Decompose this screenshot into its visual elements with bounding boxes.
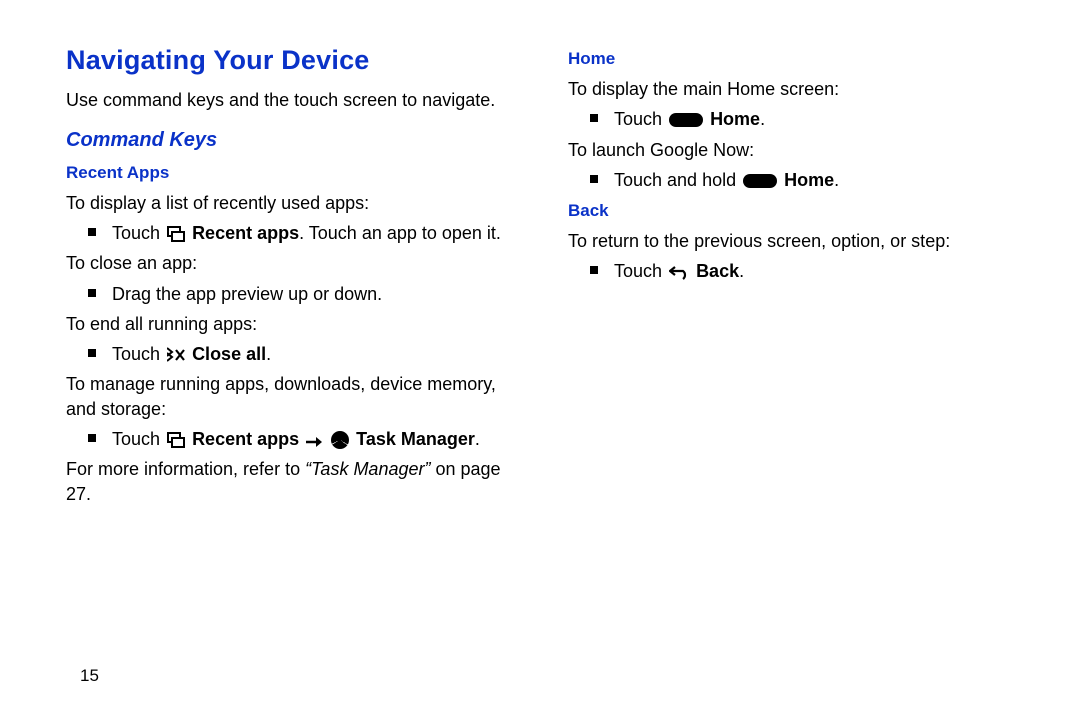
bullet-text: Touch Close all. — [112, 342, 528, 366]
home-p2: To launch Google Now: — [568, 138, 1030, 162]
text: Touch — [614, 261, 667, 281]
text: For more information, refer to — [66, 459, 305, 479]
text: Touch — [112, 429, 165, 449]
right-column: Home To display the main Home screen: To… — [568, 42, 1030, 720]
text: . — [739, 261, 744, 281]
home-button-icon — [669, 113, 703, 127]
recent-apps-heading: Recent Apps — [66, 162, 528, 185]
text: Touch — [112, 223, 165, 243]
recent-apps-icon — [167, 432, 185, 448]
bullet-text: Touch Home. — [614, 107, 1030, 131]
bullet-icon — [590, 175, 598, 183]
bullet-icon — [88, 289, 96, 297]
bullet-text: Drag the app preview up or down. — [112, 282, 528, 306]
text-bold: Home — [784, 170, 834, 190]
bullet-icon — [88, 349, 96, 357]
recent-apps-icon — [167, 226, 185, 242]
home-button-icon — [743, 174, 777, 188]
bullet-icon — [88, 434, 96, 442]
home-p1: To display the main Home screen: — [568, 77, 1030, 101]
page-title: Navigating Your Device — [66, 42, 528, 78]
close-all-icon — [167, 347, 185, 363]
recent-p1: To display a list of recently used apps: — [66, 191, 528, 215]
bullet-text: Touch and hold Home. — [614, 168, 1030, 192]
back-p1: To return to the previous screen, option… — [568, 229, 1030, 253]
text: . Touch an app to open it. — [299, 223, 501, 243]
text-bold: Task Manager — [356, 429, 475, 449]
bullet-icon — [590, 114, 598, 122]
bullet-text: Touch Recent apps. Touch an app to open … — [112, 221, 528, 245]
text: Touch and hold — [614, 170, 741, 190]
text: . — [834, 170, 839, 190]
text-bold: Back — [696, 261, 739, 281]
bullet-icon — [590, 266, 598, 274]
command-keys-heading: Command Keys — [66, 127, 528, 154]
text: . — [266, 344, 271, 364]
text-bold: Home — [710, 109, 760, 129]
intro-text: Use command keys and the touch screen to… — [66, 88, 528, 112]
text: Touch — [614, 109, 667, 129]
task-manager-icon — [331, 431, 349, 449]
text: . — [760, 109, 765, 129]
text: . — [475, 429, 480, 449]
text-bold: Recent apps — [192, 223, 299, 243]
recent-p2: To close an app: — [66, 251, 528, 275]
text-bold: Close all — [192, 344, 266, 364]
bullet-text: Touch Back. — [614, 259, 1030, 283]
recent-bullet-3: Touch Close all. — [88, 342, 528, 366]
text-italic: “Task Manager” — [305, 459, 430, 479]
back-icon — [669, 264, 689, 280]
recent-p3: To end all running apps: — [66, 312, 528, 336]
home-bullet-1: Touch Home. — [590, 107, 1030, 131]
left-column: Navigating Your Device Use command keys … — [66, 42, 528, 720]
recent-bullet-4: Touch Recent apps Task Manager. — [88, 427, 528, 451]
text-bold: Recent apps — [192, 429, 299, 449]
arrow-right-icon — [306, 436, 322, 448]
recent-p5: For more information, refer to “Task Man… — [66, 457, 528, 506]
recent-p4: To manage running apps, downloads, devic… — [66, 372, 528, 421]
manual-page: Navigating Your Device Use command keys … — [0, 0, 1080, 720]
bullet-icon — [88, 228, 96, 236]
home-bullet-2: Touch and hold Home. — [590, 168, 1030, 192]
recent-bullet-2: Drag the app preview up or down. — [88, 282, 528, 306]
bullet-text: Touch Recent apps Task Manager. — [112, 427, 528, 451]
recent-bullet-1: Touch Recent apps. Touch an app to open … — [88, 221, 528, 245]
text: Touch — [112, 344, 165, 364]
back-bullet-1: Touch Back. — [590, 259, 1030, 283]
back-heading: Back — [568, 200, 1030, 223]
page-number: 15 — [80, 665, 99, 688]
home-heading: Home — [568, 48, 1030, 71]
